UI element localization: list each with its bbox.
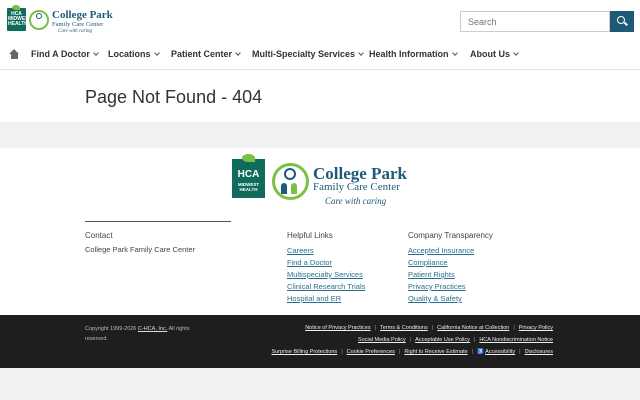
link-accessibility[interactable]: Accessibility — [485, 349, 515, 355]
logo-name[interactable]: College Park — [52, 10, 113, 21]
page-title: Page Not Found - 404 — [85, 87, 263, 107]
contact-name: College Park Family Care Center — [85, 245, 196, 254]
family-care-logo-icon[interactable] — [29, 10, 49, 30]
leaf-icon — [12, 5, 20, 10]
link-california-notice[interactable]: California Notice at Collection — [437, 325, 509, 331]
list-item: Clinical Research Trials — [287, 282, 365, 294]
link-notice-of-privacy-practices[interactable]: Notice of Privacy Practices — [305, 325, 370, 331]
link-clinical-research-trials[interactable]: Clinical Research Trials — [287, 282, 365, 291]
logo-subtitle: Family Care Center — [52, 21, 104, 28]
link-terms-and-conditions[interactable]: Terms & Conditions — [380, 325, 428, 331]
contact-heading: Contact — [85, 231, 113, 240]
accessibility-icon: ♿ — [477, 349, 486, 355]
link-privacy-practices[interactable]: Privacy Practices — [408, 282, 466, 291]
legal-links-row-2: Social Media Policy | Acceptable Use Polic… — [358, 337, 553, 343]
link-find-a-doctor[interactable]: Find a Doctor — [287, 258, 332, 267]
contact-divider — [85, 221, 231, 222]
link-careers[interactable]: Careers — [287, 246, 314, 255]
list-item: Multispecialty Services — [287, 270, 365, 282]
link-quality-and-safety[interactable]: Quality & Safety — [408, 294, 462, 303]
list-item: Privacy Practices — [408, 282, 474, 294]
link-patient-rights[interactable]: Patient Rights — [408, 270, 455, 279]
chevron-down-icon — [153, 50, 160, 56]
nav-multi-specialty-services[interactable]: Multi-Specialty Services — [252, 49, 364, 59]
chca-link[interactable]: C-HCA, Inc. — [138, 326, 167, 332]
main-nav: Find A Doctor Locations Patient Center M… — [0, 44, 640, 66]
list-item: Quality & Safety — [408, 294, 474, 306]
list-item: Patient Rights — [408, 270, 474, 282]
list-item: Compliance — [408, 258, 474, 270]
link-cookie-preferences[interactable]: Cookie Preferences — [347, 349, 395, 355]
logo-tagline: Care with caring — [58, 29, 92, 34]
nav-health-information[interactable]: Health Information — [369, 49, 458, 59]
company-transparency-list: Accepted Insurance Compliance Patient Ri… — [408, 246, 474, 306]
site-header: HCA MIDWEST HEALTH College Park Family C… — [0, 0, 640, 72]
chevron-down-icon — [513, 50, 519, 56]
leaf-icon — [242, 154, 255, 162]
home-icon[interactable] — [9, 49, 20, 59]
page-bottom — [0, 368, 640, 400]
hca-midwest-logo[interactable]: HCA MIDWEST HEALTH — [7, 5, 32, 31]
family-care-logo-icon[interactable] — [272, 163, 309, 200]
search-input[interactable] — [460, 11, 610, 32]
hca-midwest-logo-large[interactable]: HCA MIDWEST HEALTH — [232, 154, 265, 198]
link-hospital-and-er[interactable]: Hospital and ER — [287, 294, 341, 303]
list-item: Careers — [287, 246, 365, 258]
company-transparency-heading: Company Transparency — [408, 231, 493, 240]
nav-patient-center[interactable]: Patient Center — [171, 49, 241, 59]
helpful-links-list: Careers Find a Doctor Multispecialty Ser… — [287, 246, 365, 306]
list-item: Accepted Insurance — [408, 246, 474, 258]
link-nondiscrimination-notice[interactable]: HCA Nondiscrimination Notice — [479, 337, 553, 343]
legal-links-row-3: Surprise Billing Protections | Cookie Pref… — [271, 349, 553, 355]
chevron-down-icon — [235, 50, 241, 56]
list-item: Find a Doctor — [287, 258, 365, 270]
link-surprise-billing[interactable]: Surprise Billing Protections — [271, 349, 337, 355]
nav-about-us[interactable]: About Us — [470, 49, 519, 59]
link-multispecialty-services[interactable]: Multispecialty Services — [287, 270, 363, 279]
footer-logo-subtitle: Family Care Center — [313, 181, 400, 193]
link-right-to-receive-estimate[interactable]: Right to Receive Estimate — [404, 349, 467, 355]
link-acceptable-use-policy[interactable]: Acceptable Use Policy — [415, 337, 470, 343]
chevron-down-icon — [358, 50, 364, 56]
hca-logo-text: HCA — [237, 169, 260, 180]
copyright-text: Copyright 1999-2026 C-HCA, Inc. All righ… — [85, 326, 190, 342]
link-social-media-policy[interactable]: Social Media Policy — [358, 337, 406, 343]
link-compliance[interactable]: Compliance — [408, 258, 448, 267]
link-privacy-policy[interactable]: Privacy Policy — [519, 325, 553, 331]
list-item: Hospital and ER — [287, 294, 365, 306]
legal-links-row-1: Notice of Privacy Practices | Terms & Cond… — [305, 325, 553, 331]
hca-logo-subtext: MIDWEST HEALTH — [237, 182, 260, 192]
chevron-down-icon — [451, 50, 458, 56]
chevron-down-icon — [92, 50, 99, 56]
footer-logo-tagline: Care with caring — [325, 196, 387, 206]
nav-find-a-doctor[interactable]: Find A Doctor — [31, 49, 99, 59]
hca-logo-text: HCA MIDWEST HEALTH — [8, 11, 32, 27]
link-accepted-insurance[interactable]: Accepted Insurance — [408, 246, 474, 255]
nav-locations[interactable]: Locations — [108, 49, 160, 59]
helpful-links-heading: Helpful Links — [287, 231, 333, 240]
link-disclosures[interactable]: Disclosures — [525, 349, 553, 355]
search-button[interactable] — [610, 11, 634, 32]
